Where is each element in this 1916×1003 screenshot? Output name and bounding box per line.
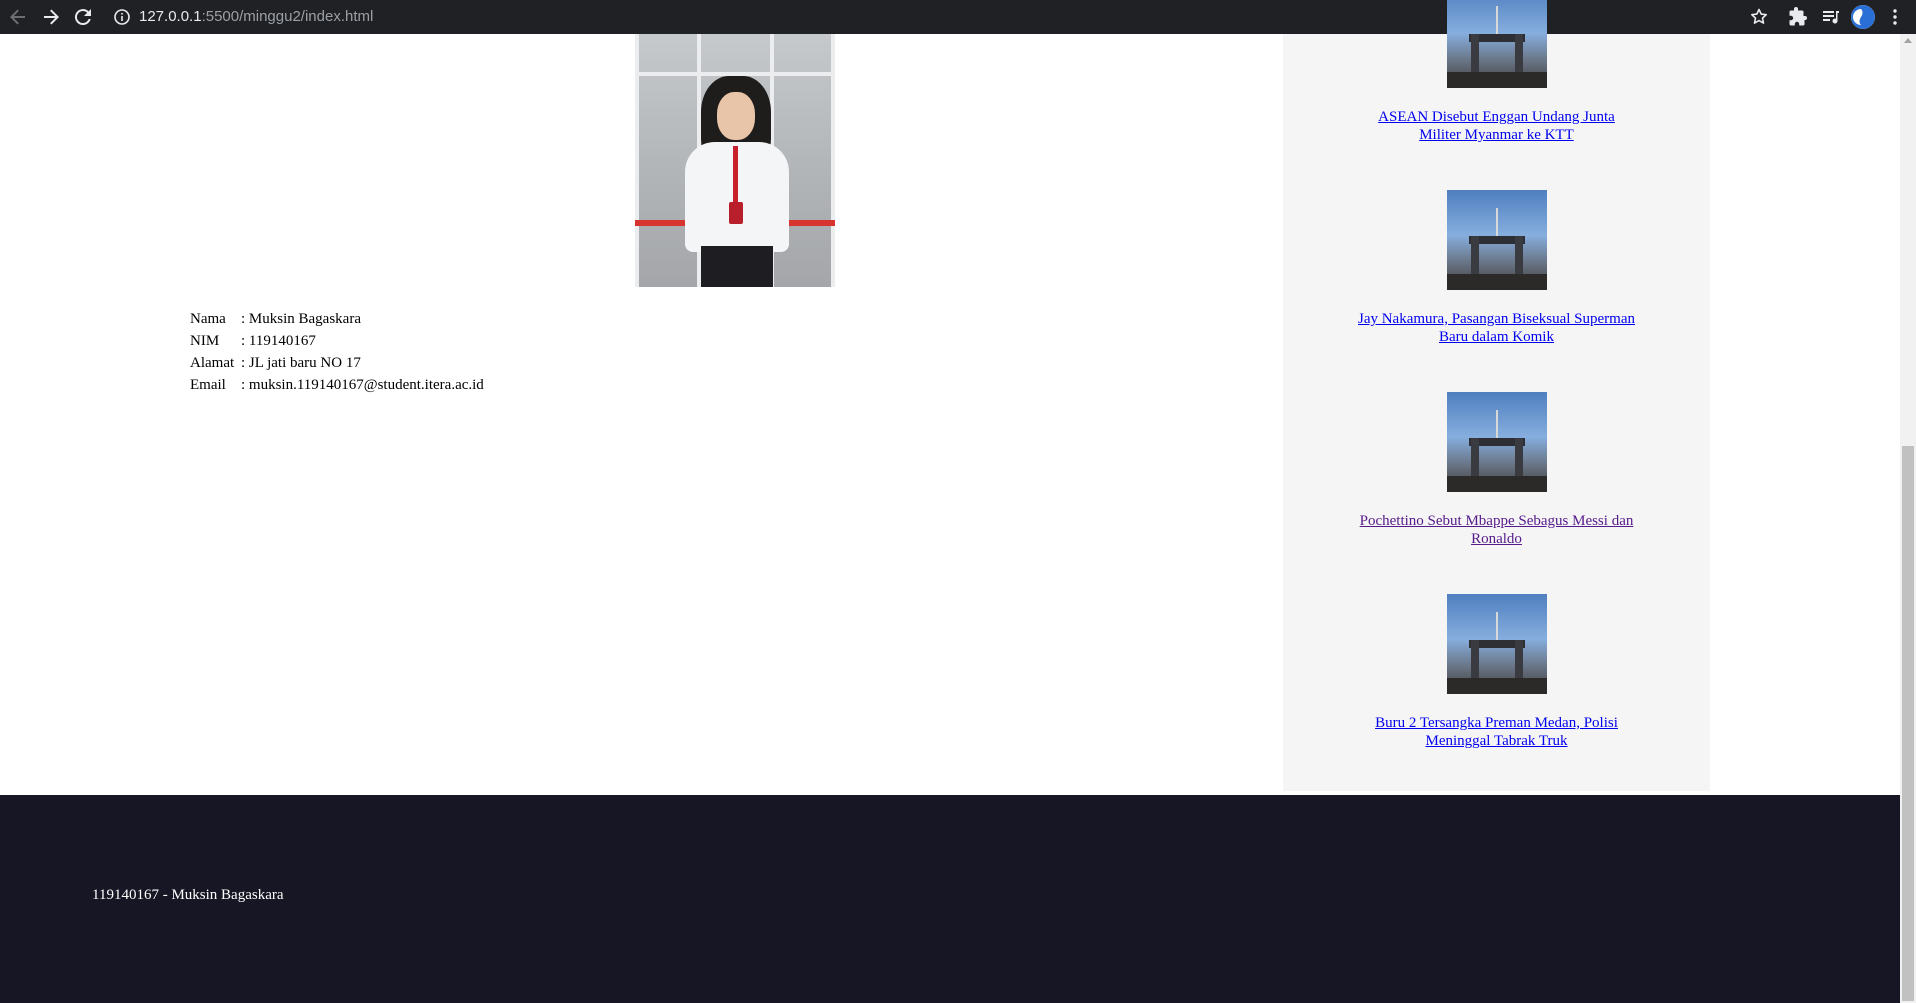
- url-path: :5500/minggu2/index.html: [201, 8, 374, 25]
- profile-value: : muksin.119140167@student.itera.ac.id: [241, 377, 484, 393]
- news-item: ASEAN Disebut Enggan Undang Junta Milite…: [1283, 0, 1710, 144]
- footer: 119140167 - Muksin Bagaskara: [0, 795, 1900, 1003]
- profile-label: Email: [190, 377, 226, 393]
- news-thumbnail[interactable]: [1446, 594, 1547, 694]
- profile-value: : Muksin Bagaskara: [241, 311, 361, 327]
- news-thumbnail[interactable]: [1446, 392, 1547, 492]
- site-info-icon[interactable]: [112, 7, 132, 27]
- profile-row-alamat: Alamat : JL jati baru NO 17: [190, 352, 484, 374]
- media-queue-icon[interactable]: [1819, 5, 1843, 29]
- profile-label: Alamat: [190, 355, 235, 371]
- news-link[interactable]: Jay Nakamura, Pasangan Biseksual Superma…: [1357, 310, 1637, 346]
- back-arrow-icon[interactable]: [6, 5, 30, 29]
- profile-row-nim: NIM : 119140167: [190, 330, 484, 352]
- reload-icon[interactable]: [71, 5, 95, 29]
- page-scrollbar[interactable]: [1900, 34, 1916, 1003]
- profile-info: Nama : Muksin Bagaskara NIM : 119140167 Al…: [190, 308, 484, 396]
- scrollbar-thumb[interactable]: [1902, 446, 1914, 1001]
- url-host: 127.0.0.1: [139, 8, 202, 25]
- bookmark-star-icon[interactable]: [1747, 5, 1771, 29]
- news-link[interactable]: Pochettino Sebut Mbappe Sebagus Messi da…: [1357, 512, 1637, 548]
- extensions-puzzle-icon[interactable]: [1786, 5, 1810, 29]
- profile-label: NIM: [190, 333, 220, 349]
- profile-label: Nama: [190, 311, 226, 327]
- news-thumbnail[interactable]: [1446, 190, 1547, 290]
- profile-avatar-icon[interactable]: [1851, 5, 1875, 29]
- profile-row-email: Email : muksin.119140167@student.itera.ac…: [190, 374, 484, 396]
- footer-text: 119140167 - Muksin Bagaskara: [92, 887, 284, 903]
- browser-menu-icon[interactable]: [1883, 5, 1907, 29]
- page-content: Nama : Muksin Bagaskara NIM : 119140167 Al…: [0, 0, 1900, 1003]
- news-thumbnail[interactable]: [1446, 0, 1547, 88]
- news-link[interactable]: ASEAN Disebut Enggan Undang Junta Milite…: [1357, 108, 1637, 144]
- profile-value: : 119140167: [241, 333, 316, 349]
- forward-arrow-icon[interactable]: [39, 5, 63, 29]
- news-sidebar: ASEAN Disebut Enggan Undang Junta Milite…: [1283, 0, 1710, 791]
- profile-row-nama: Nama : Muksin Bagaskara: [190, 308, 484, 330]
- news-item: Jay Nakamura, Pasangan Biseksual Superma…: [1283, 190, 1710, 346]
- news-item: Pochettino Sebut Mbappe Sebagus Messi da…: [1283, 392, 1710, 548]
- profile-photo: [635, 34, 835, 287]
- profile-value: : JL jati baru NO 17: [241, 355, 361, 371]
- news-link[interactable]: Buru 2 Tersangka Preman Medan, Polisi Me…: [1357, 714, 1637, 750]
- address-bar[interactable]: 127.0.0.1:5500/minggu2/index.html: [139, 7, 373, 27]
- news-item: Buru 2 Tersangka Preman Medan, Polisi Me…: [1283, 594, 1710, 750]
- scroll-up-arrow-icon[interactable]: [1904, 38, 1912, 43]
